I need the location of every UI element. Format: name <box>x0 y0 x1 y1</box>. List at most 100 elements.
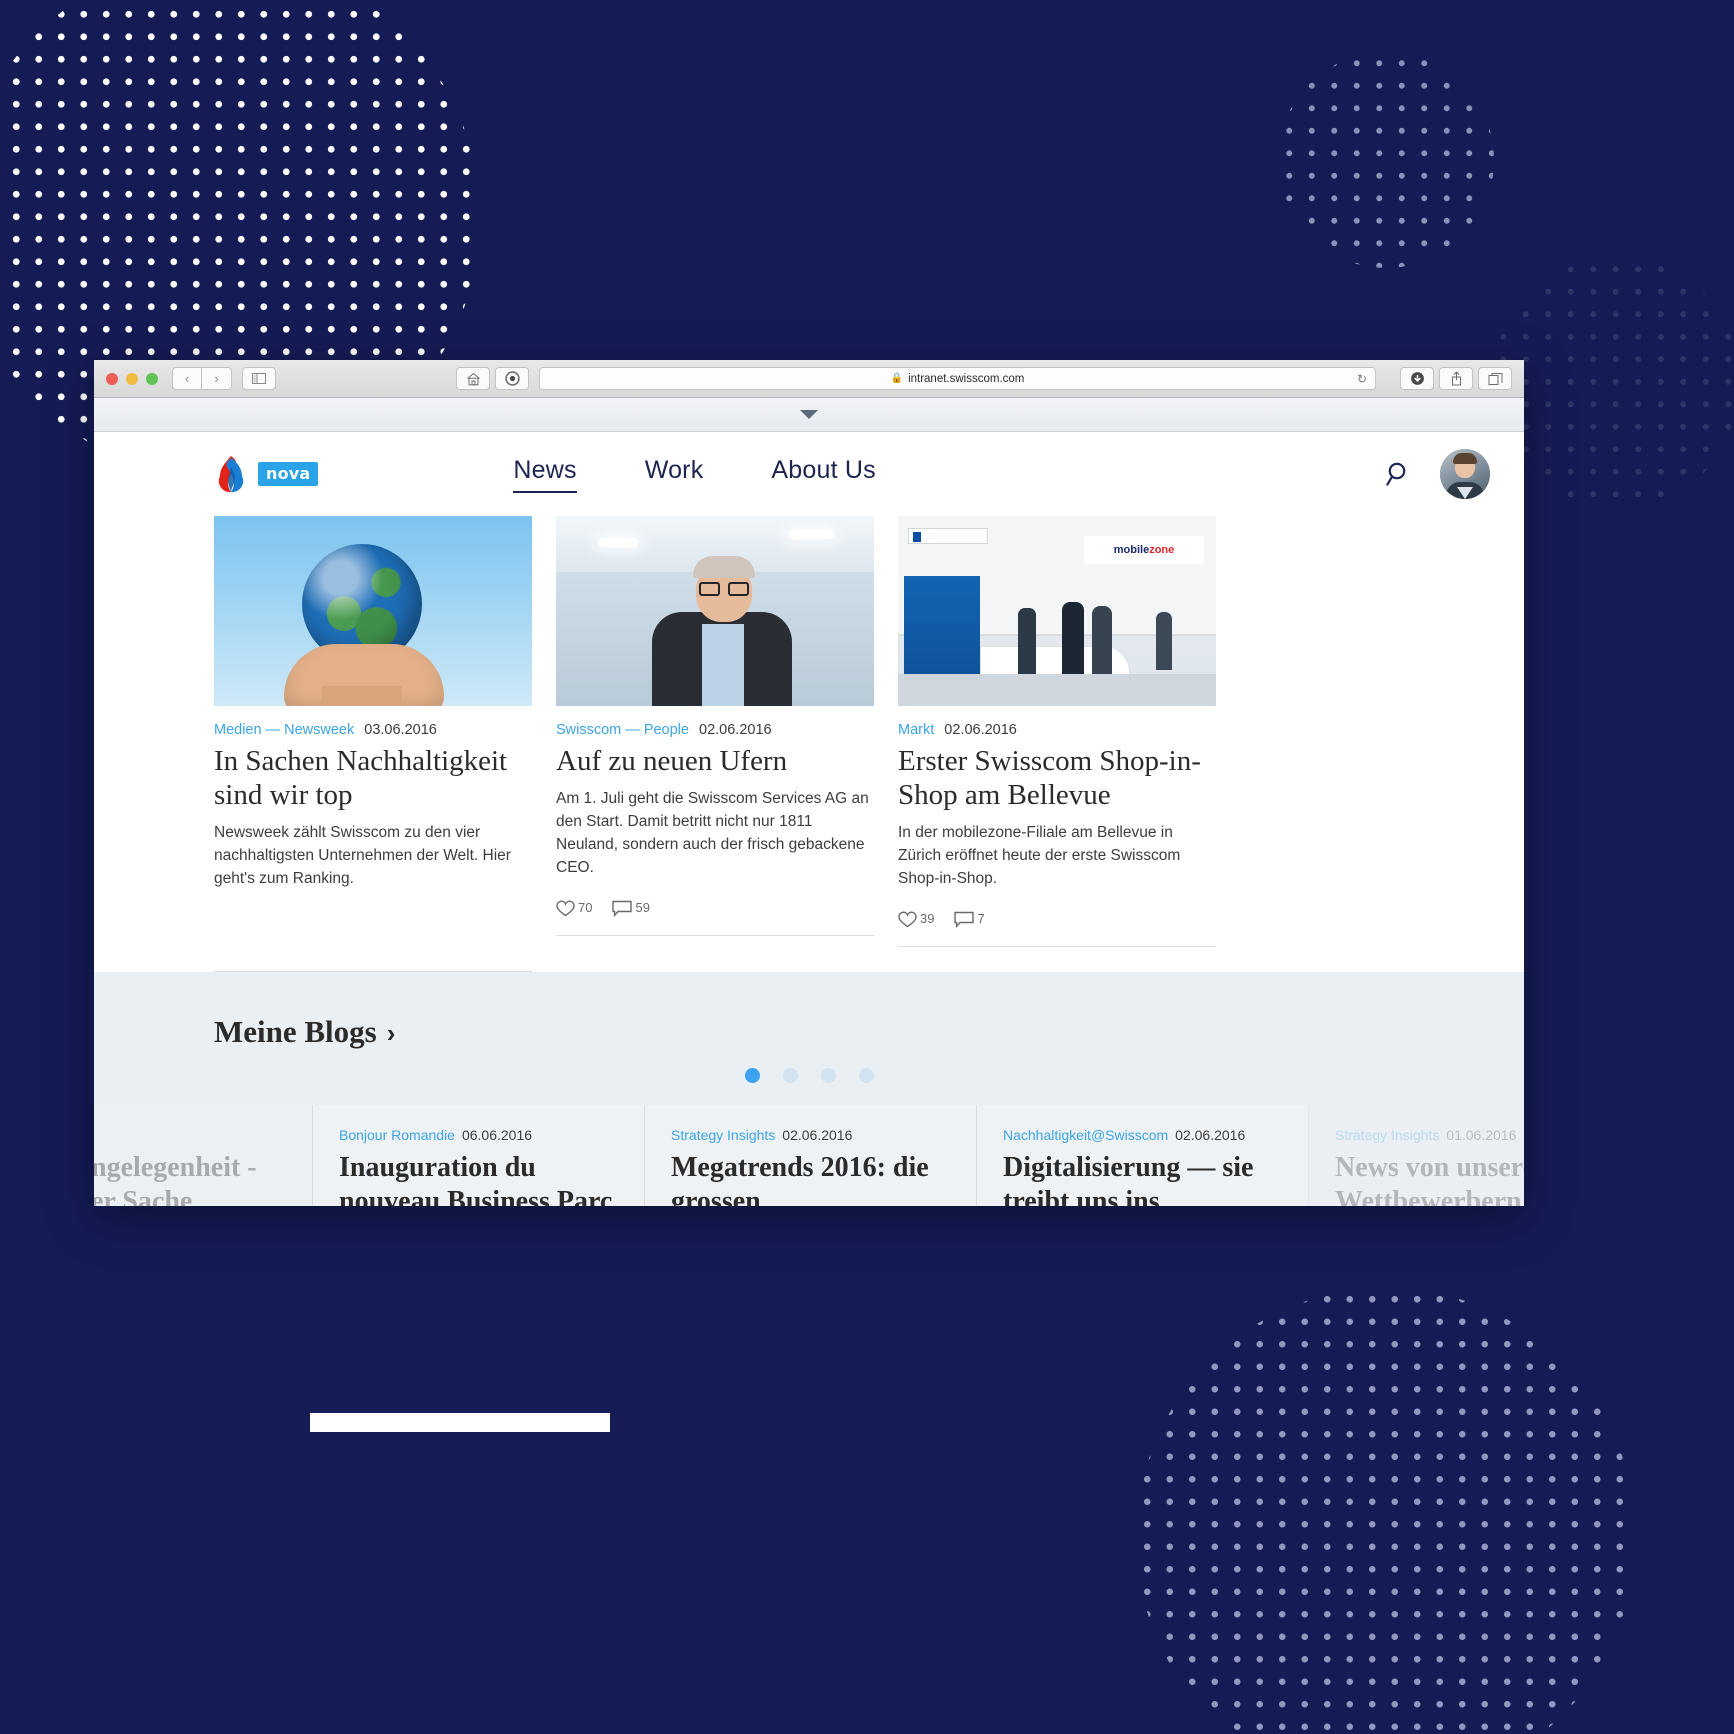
brand-logo[interactable]: nova <box>214 455 319 493</box>
header-actions <box>1384 449 1490 499</box>
comment-count: 59 <box>635 899 650 915</box>
blog-title[interactable]: Megatrends 2016: die grossen Veränderung… <box>671 1151 950 1206</box>
blogs-carousel[interactable]: ngelegenheit - er Sache Bonjour Romandie… <box>94 1105 1524 1206</box>
forward-icon[interactable]: › <box>202 367 232 390</box>
my-blogs-section: Meine Blogs › ngelegenheit - er Sache <box>94 972 1524 1206</box>
card-meta: Swisscom — People 02.06.2016 <box>556 722 874 738</box>
card-meta: Markt 02.06.2016 <box>898 722 1216 738</box>
news-card[interactable]: Medien — Newsweek 03.06.2016 In Sachen N… <box>214 516 532 973</box>
news-card[interactable]: Swisscom — People 02.06.2016 Auf zu neue… <box>556 516 874 972</box>
like-button[interactable]: 70 <box>556 900 592 917</box>
blog-meta: Nachhaltigkeit@Swisscom 02.06.2016 <box>1003 1127 1282 1143</box>
toolbar-middle-buttons <box>456 367 529 390</box>
card-meta: Medien — Newsweek 03.06.2016 <box>214 722 532 738</box>
back-icon[interactable]: ‹ <box>172 367 202 390</box>
tabs-icon[interactable] <box>1478 367 1512 390</box>
home-icon[interactable] <box>456 367 490 390</box>
search-icon[interactable] <box>1384 459 1414 489</box>
blogs-title-text: Meine Blogs <box>214 1014 377 1050</box>
close-window-button[interactable] <box>106 372 118 385</box>
browser-window: ‹ › 🔒 intranet.swisscom.com ↻ nova News … <box>94 360 1524 1206</box>
blog-category[interactable]: Nachhaltigkeit@Swisscom <box>1003 1127 1168 1143</box>
share-icon[interactable] <box>1439 367 1473 390</box>
window-controls <box>106 372 158 385</box>
card-category[interactable]: Swisscom — People <box>556 722 689 738</box>
blog-category[interactable]: Bonjour Romandie <box>339 1127 455 1143</box>
blog-card[interactable]: Strategy Insights 01.06.2016 News von uns… <box>1308 1105 1524 1206</box>
blog-date: 06.06.2016 <box>461 1127 533 1144</box>
compass-icon[interactable] <box>495 367 529 390</box>
mobilezone-store-front-image[interactable]: mobile zone <box>898 516 1216 706</box>
site-header: nova News Work About Us <box>94 432 1524 516</box>
card-title[interactable]: Auf zu neuen Ufern <box>556 744 874 778</box>
card-divider <box>898 946 1216 948</box>
card-actions: 70 59 <box>556 900 874 917</box>
download-icon[interactable] <box>1400 367 1434 390</box>
navigation-buttons: ‹ › <box>172 367 232 390</box>
chevron-down-icon[interactable] <box>800 410 818 419</box>
light-dot-circle-top-right <box>1278 52 1494 268</box>
card-title[interactable]: In Sachen Nachhaltigkeit sind wir top <box>214 744 532 812</box>
carousel-dot-1[interactable] <box>744 1068 760 1084</box>
comment-count: 7 <box>977 911 985 927</box>
blog-date: 02.06.2016 <box>1175 1127 1246 1144</box>
blog-category[interactable]: Strategy Insights <box>1335 1127 1439 1143</box>
blog-title[interactable]: Inauguration du nouveau Business Parc <box>339 1151 618 1206</box>
blog-title[interactable]: Digitalisierung — sie treibt uns ins <box>1003 1151 1282 1206</box>
nova-badge: nova <box>258 462 319 486</box>
heart-icon <box>898 911 917 928</box>
slide-canvas: ‹ › 🔒 intranet.swisscom.com ↻ nova News … <box>0 0 1734 1734</box>
blog-card[interactable]: Bonjour Romandie 06.06.2016 Inauguration … <box>312 1105 644 1206</box>
blog-title[interactable]: ngelegenheit - er Sache <box>94 1151 286 1206</box>
man-in-office-corridor-image[interactable] <box>556 516 874 706</box>
news-card-list: Medien — Newsweek 03.06.2016 In Sachen N… <box>94 516 1524 973</box>
reload-icon[interactable]: ↻ <box>1357 372 1367 386</box>
blogs-header: Meine Blogs › <box>94 1014 1524 1050</box>
zoom-window-button[interactable] <box>146 372 158 385</box>
blogs-title[interactable]: Meine Blogs › <box>214 1014 395 1050</box>
avatar[interactable] <box>1440 449 1490 499</box>
white-accent-bar <box>310 1413 610 1432</box>
minimize-window-button[interactable] <box>126 372 138 385</box>
blog-title[interactable]: News von unseren Wettbewerbern <box>1335 1151 1524 1206</box>
blog-card[interactable]: Nachhaltigkeit@Swisscom 02.06.2016 Digita… <box>976 1105 1308 1206</box>
like-button[interactable]: 39 <box>898 911 934 928</box>
hand-holding-globe-image[interactable] <box>214 516 532 706</box>
card-date: 03.06.2016 <box>364 722 437 738</box>
blog-meta: Bonjour Romandie 06.06.2016 <box>339 1127 618 1143</box>
comment-bubble-icon <box>612 900 633 917</box>
main-navigation: News Work About Us <box>513 456 876 493</box>
card-lead: In der mobilezone-Filiale am Bellevue in… <box>898 824 1181 888</box>
carousel-dot-3[interactable] <box>820 1068 836 1084</box>
news-card[interactable]: mobile zone Markt 02.06.2016 Erster Swiss… <box>898 516 1216 972</box>
address-bar[interactable]: 🔒 intranet.swisscom.com ↻ <box>539 367 1376 390</box>
nav-item-about-us[interactable]: About Us <box>771 456 875 493</box>
nav-item-work[interactable]: Work <box>645 456 704 493</box>
swisscom-logo <box>218 456 244 493</box>
carousel-dot-4[interactable] <box>858 1068 874 1084</box>
comment-bubble-icon <box>954 912 975 929</box>
comment-button[interactable]: 7 <box>954 911 985 929</box>
blog-card[interactable]: ngelegenheit - er Sache <box>94 1105 312 1206</box>
carousel-dot-2[interactable] <box>782 1068 798 1084</box>
heart-icon <box>556 900 575 917</box>
favourites-bar <box>94 398 1524 432</box>
light-dot-circle-bottom-right <box>1136 1288 1636 1734</box>
blog-meta <box>94 1127 286 1143</box>
card-date: 02.06.2016 <box>699 722 772 738</box>
card-category[interactable]: Markt <box>898 722 934 738</box>
sidebar-icon[interactable] <box>242 367 276 390</box>
lock-icon: 🔒 <box>890 373 904 384</box>
card-actions: 39 7 <box>898 911 1216 929</box>
card-lead: Am 1. Juli geht die Swisscom Services AG… <box>556 790 869 877</box>
comment-button[interactable]: 59 <box>612 899 650 917</box>
blog-date: 02.06.2016 <box>782 1127 853 1144</box>
nav-item-news[interactable]: News <box>513 456 577 493</box>
blog-category[interactable]: Strategy Insights <box>671 1127 775 1143</box>
blog-card[interactable]: Strategy Insights 02.06.2016 Megatrends 2… <box>644 1105 976 1206</box>
like-count: 70 <box>578 899 593 915</box>
card-category[interactable]: Medien — Newsweek <box>214 722 354 738</box>
dark-dot-circle-mid-right <box>1492 258 1734 508</box>
card-title[interactable]: Erster Swisscom Shop-in-Shop am Bellevue <box>898 744 1216 812</box>
blog-meta: Strategy Insights 02.06.2016 <box>671 1127 950 1143</box>
